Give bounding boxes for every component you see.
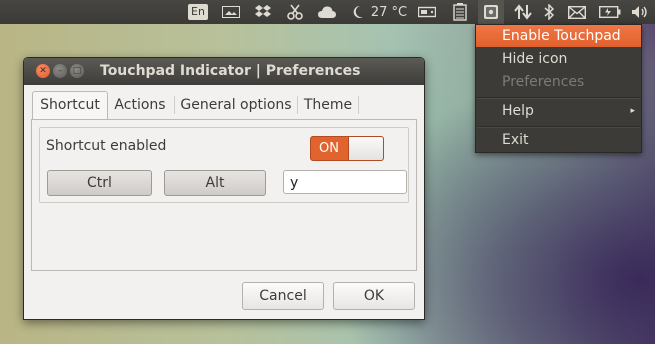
battery-card-icon[interactable] — [448, 0, 472, 24]
tab-actions[interactable]: Actions — [110, 92, 170, 118]
keyboard-layout-indicator[interactable]: En — [186, 0, 210, 24]
network-transfer-icon[interactable] — [510, 0, 536, 24]
scissors-icon[interactable] — [282, 0, 308, 24]
alt-toggle-button[interactable]: Alt — [164, 170, 266, 196]
menu-item-exit[interactable]: Exit — [476, 129, 641, 151]
close-icon: ✕ — [39, 66, 47, 76]
switch-knob — [348, 137, 383, 160]
preferences-window: ✕ – □ Touchpad Indicator | Preferences S… — [23, 57, 425, 320]
dropbox-icon[interactable] — [250, 0, 276, 24]
volume-icon[interactable] — [628, 0, 652, 24]
minimize-icon: – — [57, 66, 63, 76]
menu-item-label: Enable Touchpad — [502, 28, 621, 44]
drive-icon[interactable] — [414, 0, 440, 24]
tab-divider — [297, 96, 298, 114]
shortcut-settings-group: Shortcut enabled ON Ctrl Alt y — [39, 127, 409, 203]
temperature-indicator[interactable]: 27 °C — [368, 0, 410, 24]
maximize-icon: □ — [72, 66, 82, 76]
minimize-window-button[interactable]: – — [53, 64, 67, 78]
tab-shortcut[interactable]: Shortcut — [32, 91, 108, 120]
tab-theme[interactable]: Theme — [301, 92, 355, 118]
menu-separator — [477, 97, 640, 99]
moon-icon[interactable] — [350, 0, 366, 24]
menu-item-label: Help — [502, 103, 534, 119]
tab-divider — [174, 96, 175, 114]
close-window-button[interactable]: ✕ — [36, 64, 50, 78]
shortcut-key-input[interactable]: y — [283, 170, 407, 194]
cancel-button[interactable]: Cancel — [242, 282, 324, 310]
menu-item-label: Preferences — [502, 74, 585, 90]
temperature-label: 27 °C — [370, 4, 408, 20]
tab-general-options[interactable]: General options — [178, 92, 294, 118]
shortcut-enabled-switch[interactable]: ON — [310, 136, 384, 161]
menu-item-preferences: Preferences — [476, 71, 641, 93]
shortcut-enabled-label: Shortcut enabled — [46, 138, 167, 154]
tab-divider — [358, 96, 359, 114]
menu-item-label: Exit — [502, 132, 529, 148]
menu-item-hide-icon[interactable]: Hide icon — [476, 48, 641, 70]
menu-item-label: Hide icon — [502, 51, 568, 67]
window-title: Touchpad Indicator | Preferences — [100, 63, 361, 79]
submenu-arrow-icon: ▸ — [630, 106, 635, 116]
screen-icon[interactable] — [218, 0, 244, 24]
cloud-icon[interactable] — [314, 0, 340, 24]
keyboard-layout-label: En — [188, 4, 208, 20]
bluetooth-icon[interactable] — [540, 0, 558, 24]
menu-item-help[interactable]: Help ▸ — [476, 100, 641, 122]
shortcut-tab-pane: Shortcut enabled ON Ctrl Alt y — [31, 119, 417, 271]
battery-icon[interactable] — [596, 0, 624, 24]
switch-state-label: ON — [319, 141, 339, 156]
touchpad-indicator-icon[interactable] — [478, 0, 504, 24]
menu-item-enable-touchpad[interactable]: Enable Touchpad — [476, 25, 641, 47]
mail-icon[interactable] — [564, 0, 590, 24]
ok-button[interactable]: OK — [333, 282, 415, 310]
touchpad-indicator-menu: Enable Touchpad Hide icon Preferences He… — [475, 24, 642, 153]
window-titlebar[interactable]: ✕ – □ Touchpad Indicator | Preferences — [24, 58, 424, 85]
maximize-window-button[interactable]: □ — [70, 64, 84, 78]
menu-separator — [477, 126, 640, 128]
ctrl-toggle-button[interactable]: Ctrl — [47, 170, 152, 196]
top-panel: En 27 °C — [0, 0, 655, 24]
